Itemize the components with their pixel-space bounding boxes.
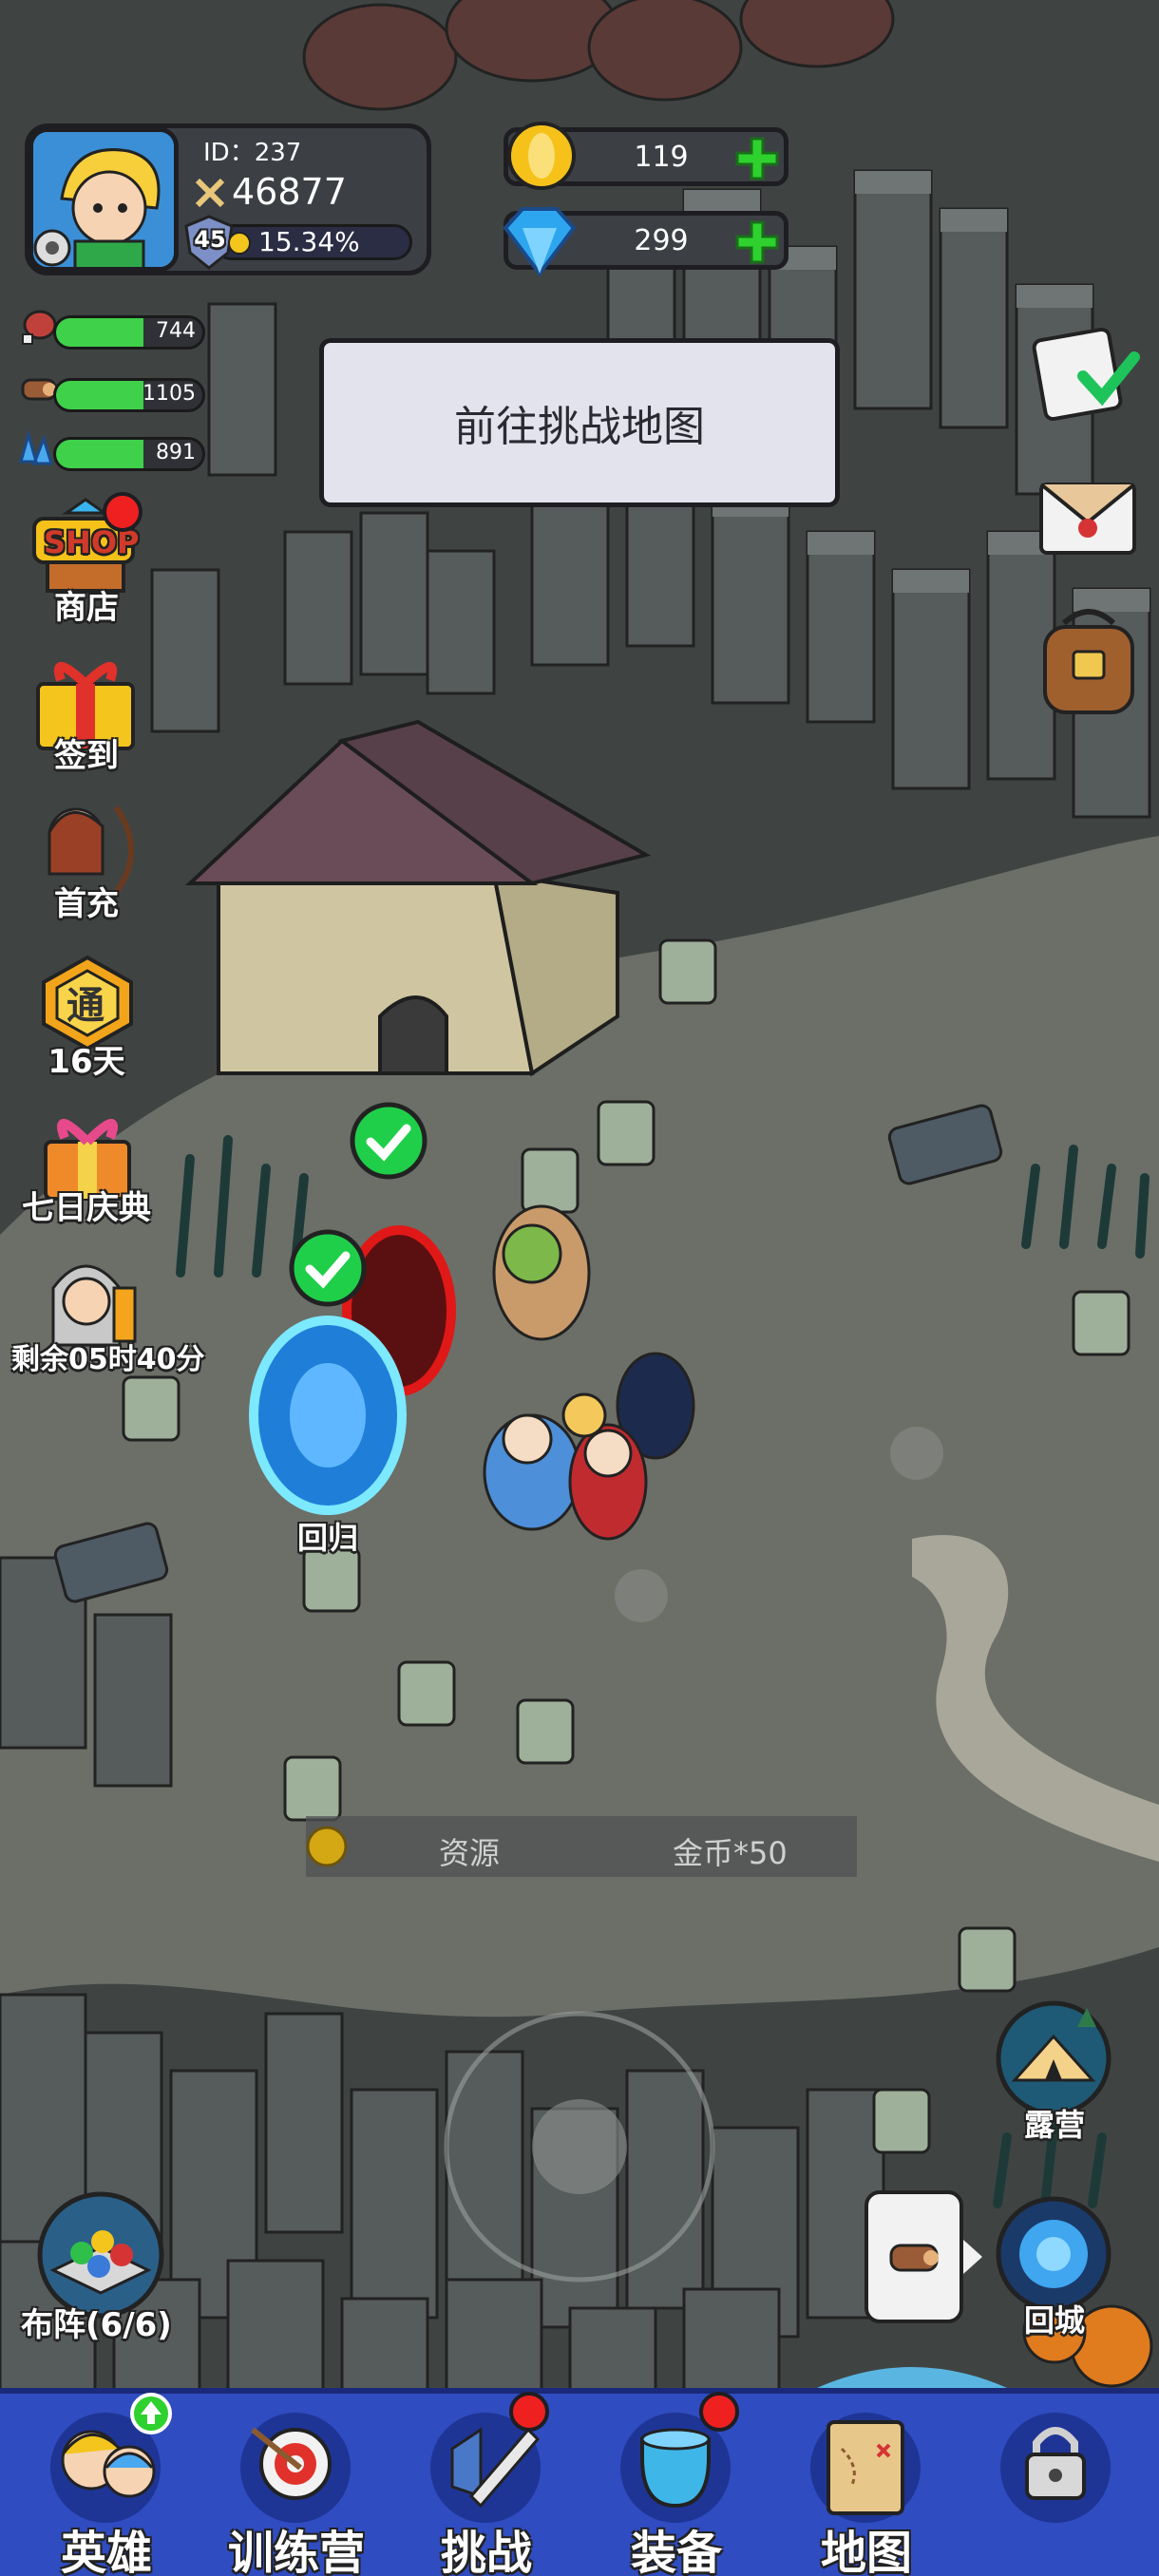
pickup-coin-icon [304, 1824, 350, 1869]
add-diamond-button[interactable] [733, 218, 781, 266]
completed-check-icon [348, 1100, 429, 1182]
nav-equipment-label: 装备 [630, 2527, 722, 2576]
return-portal[interactable] [253, 1318, 405, 1508]
gold-coin-icon [504, 118, 580, 194]
elder-npc-icon[interactable] [38, 1250, 142, 1349]
gold-value: 119 [634, 141, 689, 174]
challenge-notification-dot [509, 2392, 549, 2432]
tasks-checklist-icon[interactable] [1026, 319, 1140, 424]
nav-challenge[interactable]: 挑战 [391, 2392, 581, 2576]
diamond-value: 299 [634, 224, 689, 257]
camp-label: 露营 [1023, 2107, 1085, 2143]
crystal-value: 891 [156, 441, 196, 464]
combat-power: 46877 [232, 171, 347, 213]
item-card-wood[interactable] [864, 2190, 963, 2323]
go-to-challenge-map-button[interactable]: 前往挑战地图 [319, 338, 840, 507]
nav-locked[interactable] [961, 2392, 1151, 2572]
completed-check-icon [287, 1227, 369, 1309]
nav-training-camp[interactable]: 训练营 [201, 2392, 391, 2576]
nav-map[interactable]: 地图 [771, 2392, 961, 2576]
map-scroll-icon [810, 2413, 921, 2523]
seven-day-label: 七日庆典 [22, 1189, 151, 1227]
diamond-icon [496, 201, 583, 281]
wood-value: 1105 [142, 382, 196, 406]
locked-icon [1000, 2413, 1111, 2523]
checkin-label: 签到 [54, 737, 119, 775]
nav-heroes[interactable]: 英雄 [11, 2392, 201, 2576]
pickup-value: 金币*50 [673, 1835, 788, 1871]
add-gold-button[interactable] [733, 135, 781, 182]
power-swords-icon [194, 177, 226, 209]
card-arrow-icon [963, 2240, 982, 2274]
formation-label: 布阵(6/6) [21, 2306, 172, 2344]
battle-pass-badge: 通 [66, 984, 104, 1028]
shop-notification-dot [103, 492, 142, 532]
settings-gear-icon[interactable] [28, 224, 76, 272]
nav-map-label: 地图 [820, 2527, 912, 2576]
first-recharge-label: 首充 [54, 885, 119, 923]
exp-percent: 15.34% [258, 226, 360, 257]
timer-label: 剩余05时40分 [11, 1343, 205, 1376]
exp-coin-icon [228, 232, 251, 255]
backpack-icon[interactable] [1036, 604, 1142, 718]
player-id: ID：237 [203, 139, 302, 167]
upgrade-arrow-icon [129, 2392, 173, 2435]
nav-challenge-label: 挑战 [440, 2527, 532, 2576]
nav-heroes-label: 英雄 [60, 2527, 152, 2576]
nav-training-camp-label: 训练营 [227, 2527, 365, 2576]
return-city-label: 回城 [1023, 2302, 1085, 2339]
movement-joystick[interactable] [446, 2014, 712, 2280]
battle-pass-days-label: 16天 [48, 1043, 125, 1081]
equipment-notification-dot [699, 2392, 739, 2432]
player-level: 45 [194, 226, 226, 253]
nav-equipment[interactable]: 装备 [581, 2392, 771, 2576]
pickup-label: 资源 [439, 1835, 501, 1871]
mail-envelope-icon[interactable] [1036, 465, 1140, 560]
shop-label: 商店 [54, 589, 119, 627]
challenge-button-label: 前往挑战地图 [454, 403, 705, 451]
return-portal-label: 回归 [296, 1520, 358, 1556]
training-camp-icon [240, 2413, 351, 2523]
meat-value: 744 [156, 319, 196, 343]
